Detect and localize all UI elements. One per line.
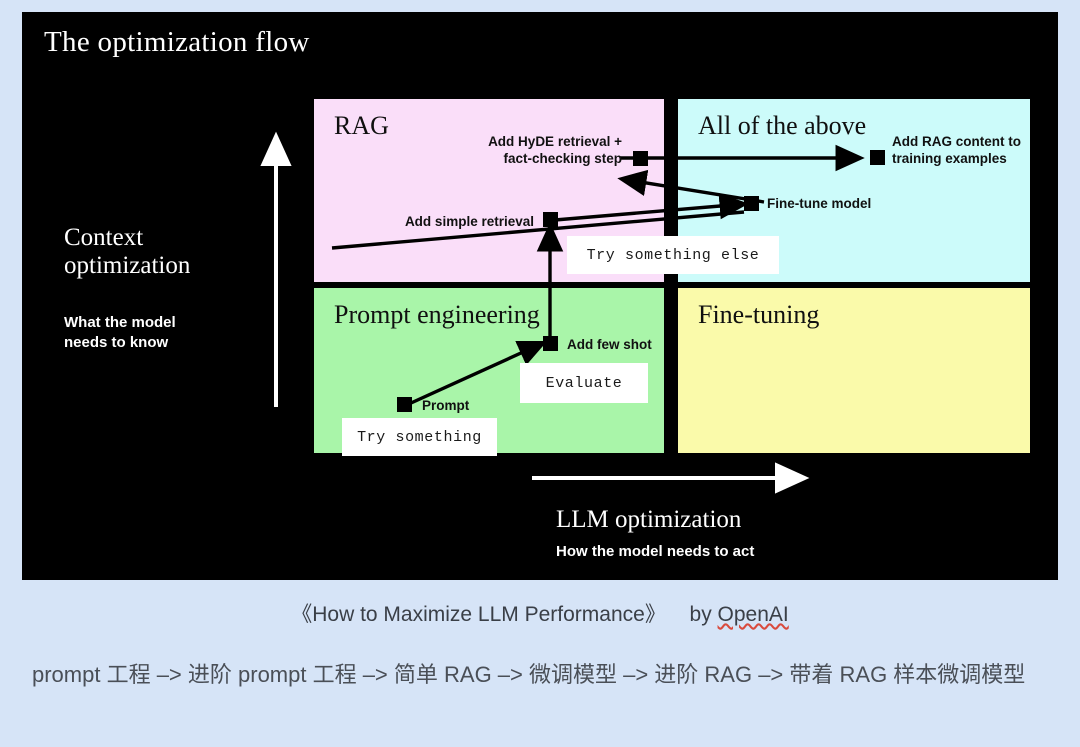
node-marker-fine-tune-model[interactable] <box>744 196 759 211</box>
quadrant-fine-tuning: Fine-tuning <box>678 288 1030 453</box>
page-title: The optimization flow <box>44 26 310 58</box>
caption-source: OpenAI <box>717 603 789 626</box>
node-marker-add-rag-content[interactable] <box>870 150 885 165</box>
caption-title: 《How to Maximize LLM Performance》 <box>291 603 666 626</box>
node-label-prompt: Prompt <box>422 398 470 413</box>
quadrant-all-of-the-above-label: All of the above <box>698 111 867 140</box>
callout-try-something-else-label: Try something else <box>586 246 760 264</box>
y-axis-title: Context optimization <box>64 224 190 280</box>
node-label-add-hyde-retrieval-line2: fact-checking step <box>503 150 622 166</box>
node-label-add-simple-retrieval: Add simple retrieval <box>404 214 534 229</box>
node-label-add-rag-content: Add RAG content to training examples <box>892 134 1021 168</box>
x-axis-subtitle: How the model needs to act <box>556 543 755 560</box>
y-axis-subtitle: What the model needs to know <box>64 313 176 352</box>
node-label-add-rag-content-line2: training examples <box>892 150 1007 166</box>
y-axis-title-line1: Context <box>64 224 144 251</box>
y-axis-subtitle-line2: needs to know <box>64 333 169 351</box>
node-label-add-hyde-retrieval-line1: Add HyDE retrieval + <box>488 134 622 149</box>
caption: 《How to Maximize LLM Performance》 by Ope… <box>0 598 1080 628</box>
node-marker-prompt[interactable] <box>397 397 412 412</box>
node-label-add-few-shot: Add few shot <box>567 337 652 352</box>
callout-evaluate-label: Evaluate <box>545 374 623 392</box>
callout-try-something-label: Try something <box>357 428 482 446</box>
y-axis-title-line2: optimization <box>64 252 191 279</box>
callout-try-something[interactable]: Try something <box>342 418 497 456</box>
node-label-fine-tune-model: Fine-tune model <box>767 196 872 211</box>
summary-text: prompt 工程 –> 进阶 prompt 工程 –> 简单 RAG –> 微… <box>32 662 1026 687</box>
diagram-panel: The optimization flow RAG All of the abo… <box>22 12 1058 580</box>
node-label-add-hyde-retrieval: Add HyDE retrieval + fact-checking step <box>402 134 622 168</box>
caption-by: by <box>689 603 712 626</box>
callout-evaluate[interactable]: Evaluate <box>520 363 648 403</box>
quadrant-prompt-engineering-label: Prompt engineering <box>334 300 540 329</box>
x-axis-title: LLM optimization <box>556 506 742 533</box>
node-label-add-rag-content-line1: Add RAG content to <box>892 134 1021 149</box>
node-marker-add-simple-retrieval[interactable] <box>543 212 558 227</box>
node-marker-add-few-shot[interactable] <box>543 336 558 351</box>
y-axis-subtitle-line1: What the model <box>64 314 176 331</box>
quadrant-fine-tuning-label: Fine-tuning <box>698 300 820 329</box>
callout-try-something-else[interactable]: Try something else <box>567 236 779 274</box>
node-marker-add-hyde-retrieval[interactable] <box>633 151 648 166</box>
quadrant-rag-label: RAG <box>334 111 389 140</box>
